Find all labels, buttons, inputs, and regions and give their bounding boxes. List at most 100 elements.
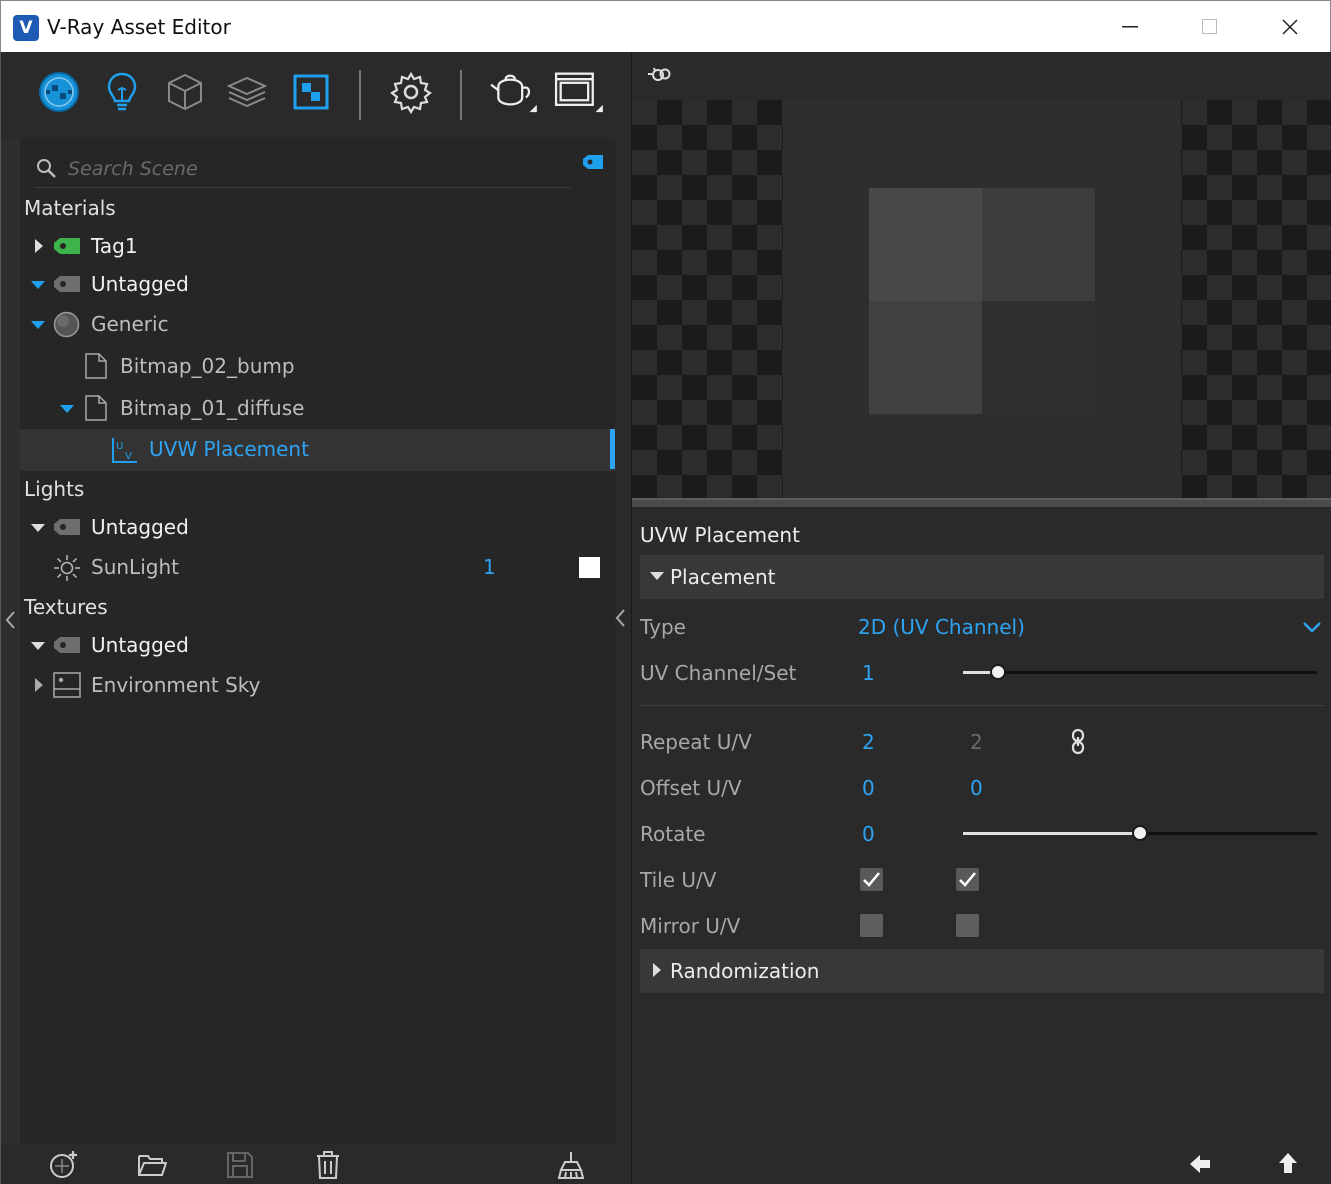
expand-arrow-icon[interactable] <box>34 239 44 253</box>
material-preview[interactable] <box>632 100 1331 498</box>
search-input[interactable] <box>68 154 548 184</box>
section-label: Placement <box>670 565 776 589</box>
toolbar-separator <box>460 70 462 120</box>
category-label: Lights <box>24 477 85 501</box>
tree-item-untagged[interactable]: Untagged <box>20 507 615 547</box>
light-instance-count: 1 <box>483 555 496 579</box>
type-dropdown[interactable]: 2D (UV Channel) <box>858 615 1025 639</box>
prop-label: UV Channel/Set <box>640 661 797 685</box>
offset-u-value[interactable]: 0 <box>862 776 875 800</box>
category-materials[interactable]: Materials <box>20 188 615 228</box>
chevron-left-icon[interactable] <box>614 608 626 628</box>
open-folder-icon[interactable] <box>137 1150 167 1180</box>
add-asset-icon[interactable] <box>49 1150 79 1180</box>
panel-splitter[interactable] <box>632 498 1331 507</box>
save-icon[interactable] <box>225 1150 255 1180</box>
collapse-arrow-icon[interactable] <box>31 320 45 330</box>
purge-icon[interactable] <box>556 1150 586 1180</box>
collapse-arrow-icon[interactable] <box>60 404 74 414</box>
lights-icon[interactable] <box>100 70 144 114</box>
minimize-button[interactable] <box>1090 1 1170 53</box>
category-textures[interactable]: Textures <box>20 587 615 627</box>
materials-icon[interactable] <box>37 70 81 114</box>
tree-item-generic[interactable]: Generic <box>20 304 615 344</box>
title-bar: V V-Ray Asset Editor <box>0 0 1331 52</box>
tree-item-uvw-placement[interactable]: UV UVW Placement <box>20 429 615 471</box>
section-placement[interactable]: Placement <box>640 555 1324 599</box>
light-enable-checkbox[interactable] <box>579 557 600 578</box>
search-bar <box>34 152 571 188</box>
tree-item-untagged[interactable]: Untagged <box>20 625 615 665</box>
render-icon[interactable] <box>487 70 539 114</box>
tile-v-checkbox[interactable] <box>956 868 979 891</box>
repeat-u-value[interactable]: 2 <box>862 730 875 754</box>
tree-item-label: Tag1 <box>91 234 138 258</box>
chevron-left-icon[interactable] <box>4 610 16 630</box>
left-collapse-strip[interactable] <box>1 138 20 1144</box>
settings-icon[interactable] <box>389 70 433 114</box>
collapse-arrow-icon[interactable] <box>31 280 45 290</box>
tree-item-sunlight[interactable]: SunLight 1 <box>20 547 615 587</box>
svg-text:V: V <box>125 451 132 462</box>
rotate-slider-knob[interactable] <box>1132 825 1148 841</box>
close-button[interactable] <box>1250 1 1330 53</box>
geometry-icon[interactable] <box>163 70 207 114</box>
prop-offset: Offset U/V 0 0 <box>640 768 1324 808</box>
tree-item-label: Untagged <box>91 633 189 657</box>
file-icon <box>85 395 107 421</box>
back-arrow-icon[interactable] <box>1188 1152 1212 1176</box>
toolbar-separator <box>359 70 361 120</box>
mirror-u-checkbox[interactable] <box>860 914 883 937</box>
offset-v-value[interactable]: 0 <box>970 776 983 800</box>
category-label: Materials <box>24 196 116 220</box>
tile-u-checkbox[interactable] <box>860 868 883 891</box>
expand-arrow-icon[interactable] <box>34 678 44 692</box>
category-toolbar <box>1 52 631 138</box>
prop-repeat: Repeat U/V 2 2 <box>640 722 1324 762</box>
tag-icon <box>54 276 80 292</box>
preview-settings-icon[interactable] <box>646 64 672 86</box>
uv-channel-slider-knob[interactable] <box>990 664 1007 680</box>
prop-rotate: Rotate 0 <box>640 814 1324 854</box>
maximize-button[interactable] <box>1170 1 1250 53</box>
tree-item-label: Bitmap_02_bump <box>120 354 295 378</box>
prop-uv-channel: UV Channel/Set 1 <box>640 653 1324 693</box>
tag-icon <box>54 519 80 535</box>
prop-label: Mirror U/V <box>640 914 741 938</box>
vray-logo-icon: V <box>13 15 39 41</box>
tree-item-environment-sky[interactable]: Environment Sky <box>20 665 615 705</box>
properties-panel: UVW Placement Placement Type 2D (UV Chan… <box>632 507 1331 1144</box>
uv-channel-value[interactable]: 1 <box>862 661 875 685</box>
prop-label: Rotate <box>640 822 706 846</box>
tree-item-bitmap-02-bump[interactable]: Bitmap_02_bump <box>20 346 615 386</box>
prop-mirror: Mirror U/V <box>640 906 1324 946</box>
uvw-icon: UV <box>112 438 137 463</box>
tree-item-label: SunLight <box>91 555 179 579</box>
collapse-arrow-icon[interactable] <box>31 641 45 651</box>
tree-item-label: Untagged <box>91 272 189 296</box>
divider <box>640 705 1324 706</box>
rotate-value[interactable]: 0 <box>862 822 875 846</box>
prop-tile: Tile U/V <box>640 860 1324 900</box>
category-lights[interactable]: Lights <box>20 469 615 509</box>
tree-item-tag1[interactable]: Tag1 <box>20 226 615 266</box>
selection-indicator <box>610 429 615 469</box>
render-elements-icon[interactable] <box>225 70 269 114</box>
textures-icon[interactable] <box>289 70 333 114</box>
link-lock-icon[interactable] <box>1070 728 1086 756</box>
frame-buffer-icon[interactable] <box>551 70 607 114</box>
delete-icon[interactable] <box>313 1150 343 1180</box>
section-randomization[interactable]: Randomization <box>640 949 1324 993</box>
uvw-preview-swatch <box>869 188 1095 414</box>
expand-arrow-icon <box>653 963 661 977</box>
properties-title: UVW Placement <box>640 523 800 547</box>
uv-channel-slider[interactable] <box>963 671 1317 674</box>
mirror-v-checkbox[interactable] <box>956 914 979 937</box>
chevron-down-icon[interactable] <box>1302 621 1322 633</box>
repeat-v-value[interactable]: 2 <box>970 730 983 754</box>
up-arrow-icon[interactable] <box>1276 1151 1300 1175</box>
tree-item-untagged[interactable]: Untagged <box>20 264 615 304</box>
tag-filter-icon[interactable] <box>582 155 604 169</box>
collapse-arrow-icon[interactable] <box>31 523 45 533</box>
tree-item-bitmap-01-diffuse[interactable]: Bitmap_01_diffuse <box>20 388 615 428</box>
